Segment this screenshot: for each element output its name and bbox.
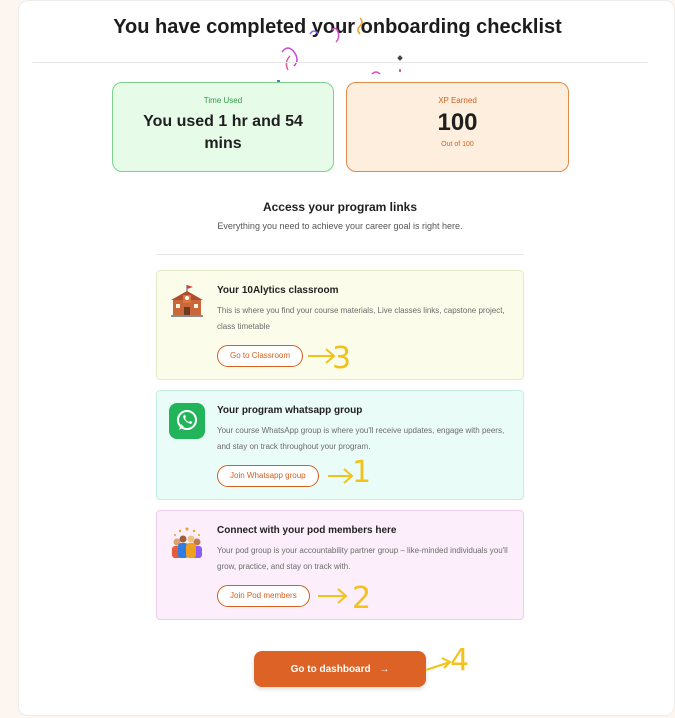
- pod-description: Your pod group is your accountability pa…: [217, 546, 508, 571]
- pod-title: Connect with your pod members here: [217, 525, 397, 536]
- people-group-icon: [169, 523, 205, 559]
- classroom-description: This is where you find your course mater…: [217, 306, 505, 331]
- header-divider: [33, 62, 647, 63]
- section-subtitle: Everything you need to achieve your care…: [217, 221, 463, 231]
- classroom-title: Your 10Alytics classroom: [217, 285, 339, 296]
- section-divider: [156, 254, 524, 255]
- whatsapp-title: Your program whatsapp group: [217, 405, 363, 416]
- annotation-number-3: 3: [332, 341, 352, 376]
- xp-earned-total: Out of 100: [441, 141, 474, 148]
- time-used-label: Time Used: [203, 96, 243, 105]
- whatsapp-description: Your course WhatsApp group is where you'…: [217, 426, 505, 451]
- annotation-number-4: 4: [450, 643, 470, 678]
- go-to-classroom-button[interactable]: Go to Classroom: [217, 345, 304, 367]
- dashboard-button-label: Go to dashboard: [290, 663, 371, 675]
- arrow-right-icon: →: [379, 663, 390, 675]
- xp-earned-label: XP Earned: [438, 96, 477, 105]
- xp-earned-card: XP Earned 100 Out of 100: [346, 82, 569, 172]
- annotation-number-1: 1: [352, 455, 372, 490]
- time-used-value: You used 1 hr and 54 mins: [143, 113, 303, 152]
- section-title: Access your program links: [262, 200, 418, 214]
- confetti-decoration: [277, 17, 403, 83]
- annotation-arrow-2: [318, 588, 348, 604]
- join-whatsapp-button[interactable]: Join Whatsapp group: [217, 465, 319, 487]
- time-used-card: Time Used You used 1 hr and 54 mins: [112, 82, 334, 172]
- school-building-icon: [169, 283, 205, 319]
- whatsapp-icon: [169, 403, 205, 439]
- xp-earned-value: 100: [437, 109, 478, 136]
- join-pod-members-button[interactable]: Join Pod members: [217, 585, 310, 607]
- annotation-number-2: 2: [352, 581, 372, 616]
- go-to-dashboard-button[interactable]: Go to dashboard →: [254, 651, 426, 687]
